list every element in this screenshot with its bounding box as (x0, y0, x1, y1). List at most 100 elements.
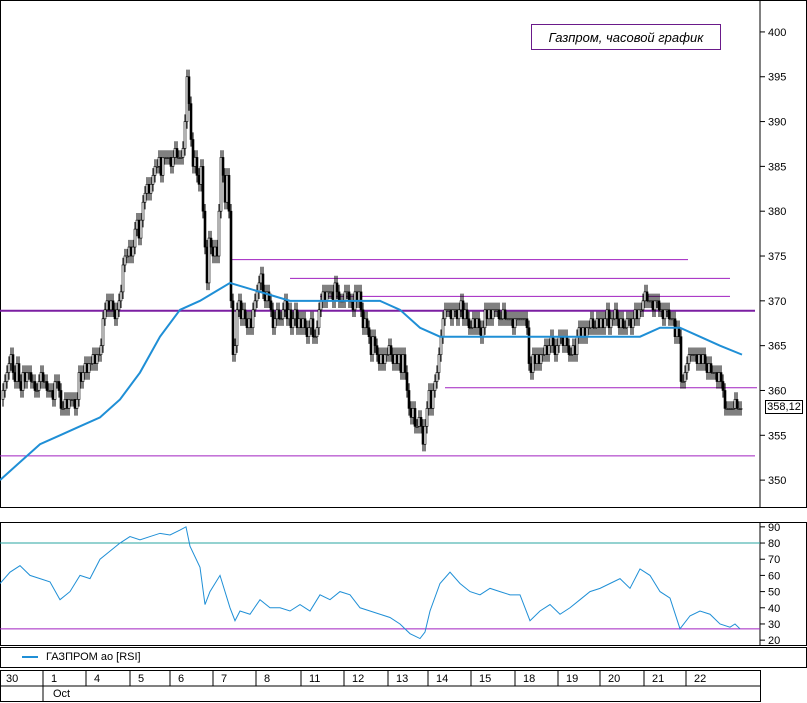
price-tick-label: 350 (768, 475, 786, 487)
price-tick-label: 365 (768, 341, 786, 353)
price-tick-label: 360 (768, 385, 786, 397)
candle-body (621, 318, 625, 329)
candle-body (253, 300, 257, 311)
candle-body (497, 309, 501, 320)
candle-body (13, 372, 17, 382)
date-tick-label: 5 (138, 673, 144, 685)
candle-body (109, 300, 113, 311)
candle-body (423, 426, 427, 445)
candle-body (203, 210, 207, 248)
candle-body (77, 372, 81, 400)
candle-body (85, 363, 89, 373)
candle-body (219, 157, 223, 212)
candle-body (71, 399, 75, 401)
candle-body (319, 300, 323, 311)
candle-body (95, 354, 99, 364)
candle-body (73, 399, 77, 409)
price-panel-frame (0, 0, 807, 508)
candle-body (237, 300, 241, 311)
candle-body (235, 309, 239, 346)
rsi-tick-label: 90 (768, 522, 780, 534)
candle-body (129, 246, 133, 257)
chart-title: Газпром, часовой график (531, 24, 721, 50)
candle-body (89, 363, 93, 365)
candle-body (75, 399, 79, 409)
candle-body (29, 372, 33, 382)
candle-body (261, 273, 265, 293)
candle-body (477, 318, 481, 329)
candle-body (67, 399, 71, 409)
candle-body (373, 336, 377, 346)
candle-body (125, 255, 129, 258)
candle-body (255, 291, 259, 302)
candle-body (199, 166, 203, 185)
candle-body (117, 300, 121, 311)
candle-body (631, 318, 635, 329)
candle-body (115, 309, 119, 320)
candle-body (139, 219, 143, 239)
candle-body (9, 354, 13, 364)
candle-body (615, 309, 619, 320)
price-tick-label: 390 (768, 117, 786, 129)
candle-body (457, 309, 461, 320)
candle-body (3, 381, 7, 391)
candle-body (221, 157, 225, 176)
price-tick-label: 385 (768, 161, 786, 173)
rsi-legend-swatch (22, 656, 38, 658)
candle-body (465, 309, 469, 320)
candle-body (625, 318, 629, 329)
candle-body (325, 291, 329, 302)
candle-body (157, 157, 161, 167)
candle-body (105, 300, 109, 311)
candle-body (441, 318, 445, 337)
candle-body (347, 291, 351, 302)
candle-body (703, 354, 707, 364)
candle-body (111, 300, 115, 311)
candle-body (269, 300, 273, 311)
candle-body (277, 309, 281, 320)
candle-body (513, 318, 517, 329)
price-tick-label: 400 (768, 27, 786, 39)
date-tick-label: 15 (479, 673, 491, 685)
candle-body (653, 300, 657, 311)
candle-body (677, 327, 681, 337)
candle-body (147, 184, 151, 194)
candle-body (603, 318, 607, 329)
candle-body (59, 390, 63, 409)
rsi-tick-label: 30 (768, 619, 780, 631)
candle-body (367, 327, 371, 337)
candle-body (7, 363, 11, 373)
candle-body (443, 309, 447, 320)
candle-body (93, 354, 97, 364)
candle-body (113, 309, 117, 320)
candle-body (239, 300, 243, 320)
rsi-tick-label: 80 (768, 538, 780, 550)
candle-body (241, 309, 245, 320)
candle-body (229, 210, 233, 302)
candle-body (311, 318, 315, 337)
candle-body (53, 381, 57, 400)
candle-body (383, 354, 387, 364)
candle-body (161, 157, 165, 176)
candle-body (303, 318, 307, 329)
candle-body (163, 157, 167, 159)
candle-body (451, 309, 455, 320)
candle-body (437, 354, 441, 373)
candle-body (721, 381, 725, 391)
candle-body (281, 309, 285, 320)
candle-body (165, 157, 169, 159)
candle-body (45, 381, 49, 391)
candle-body (335, 282, 339, 293)
candle-body (189, 103, 193, 140)
candle-body (141, 201, 145, 221)
candle-body (171, 157, 175, 167)
candle-body (187, 76, 191, 104)
candle-body (127, 246, 131, 257)
price-tick-label: 355 (768, 430, 786, 442)
candle-body (65, 399, 69, 409)
candle-body (91, 354, 95, 364)
candle-body (683, 372, 687, 382)
rsi-legend: ГАЗПРОМ ао [RSI] (22, 650, 141, 664)
candle-body (525, 318, 529, 329)
candle-body (365, 318, 369, 329)
